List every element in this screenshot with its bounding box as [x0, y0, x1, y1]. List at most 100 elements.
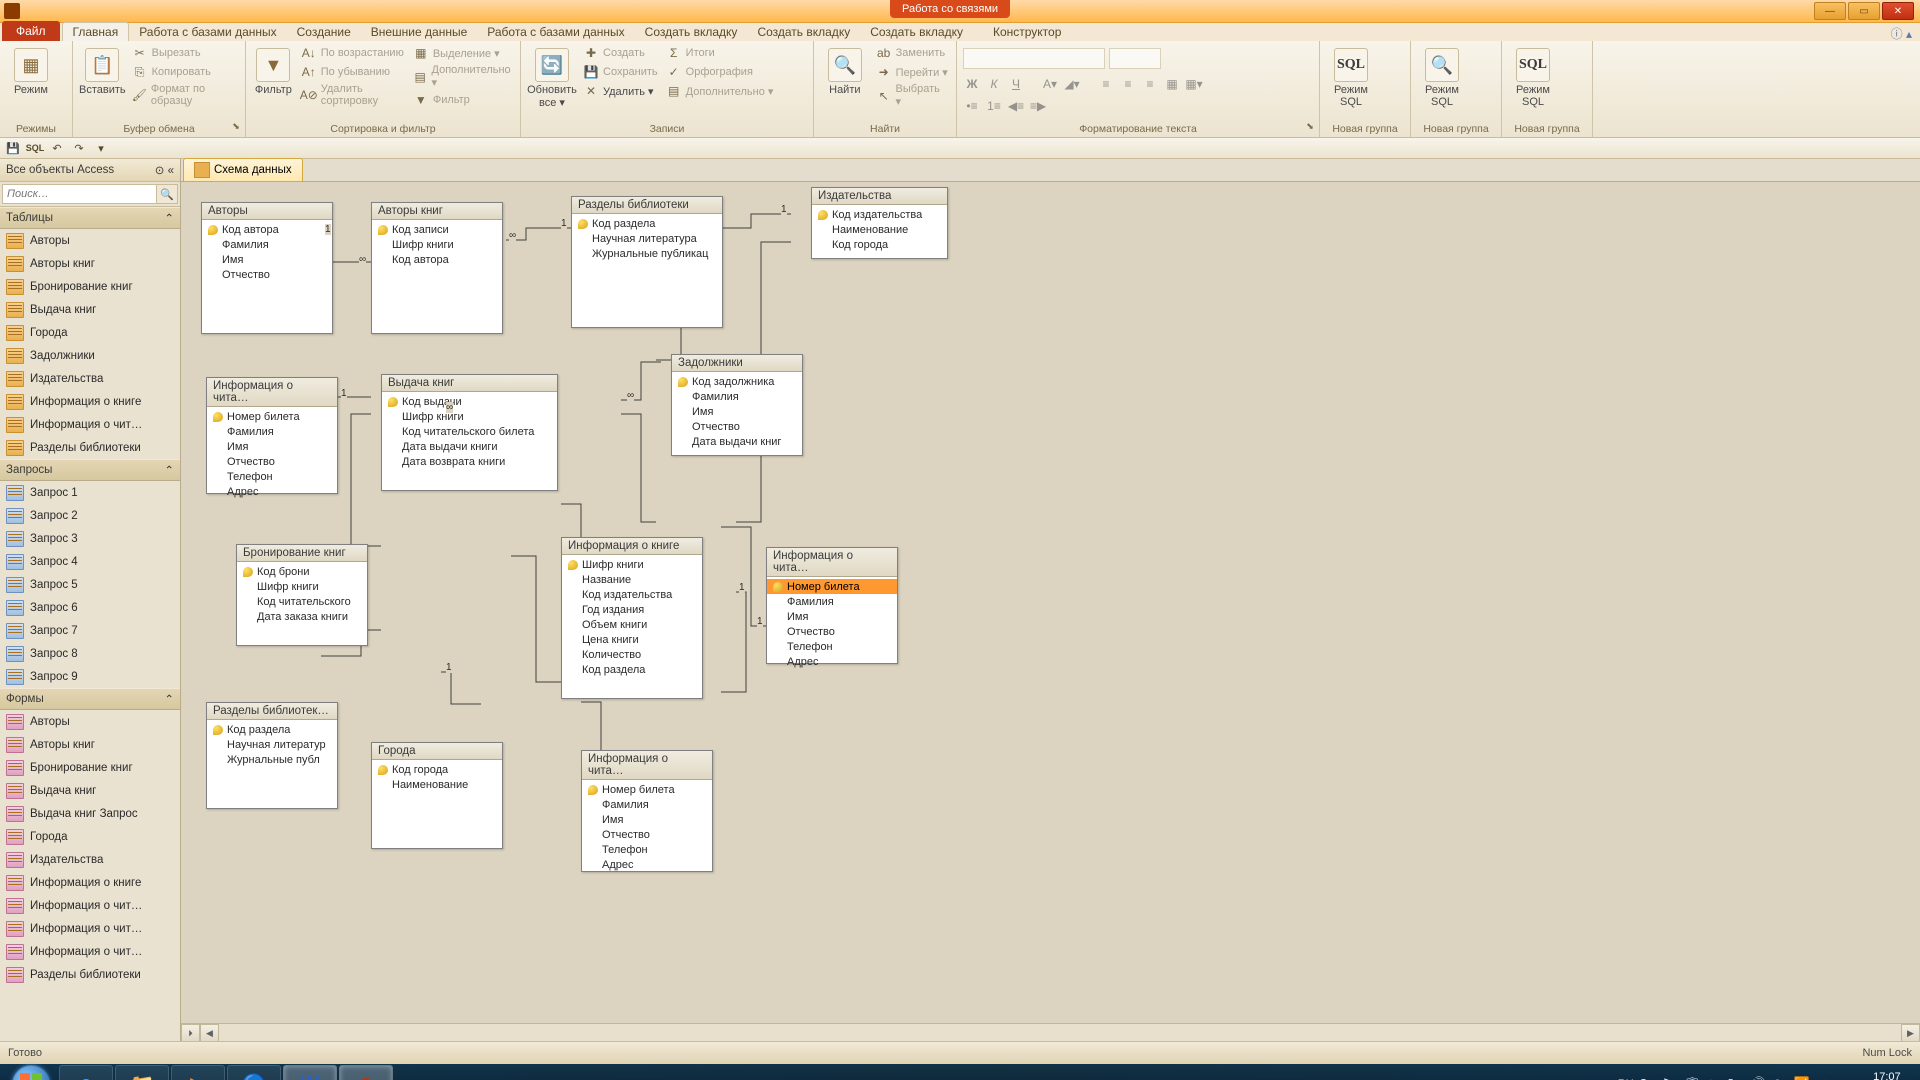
nav-item[interactable]: Бронирование книг [0, 275, 180, 298]
filter-button[interactable]: ▼Фильтр [252, 44, 295, 96]
sort-desc-button[interactable]: A↑По убыванию [299, 63, 407, 81]
table-header[interactable]: Авторы [202, 203, 332, 220]
field-row[interactable]: Номер билета [582, 782, 712, 797]
underline-button[interactable]: Ч [1007, 75, 1025, 93]
table-zadolzh[interactable]: ЗадолжникиКод задолжникаФамилияИмяОтчест… [671, 354, 803, 456]
nav-item[interactable]: Разделы библиотеки [0, 963, 180, 986]
taskbar-wmp[interactable]: ▶ [171, 1065, 225, 1080]
table-header[interactable]: Разделы библиотек… [207, 703, 337, 720]
field-row[interactable]: Цена книги [562, 632, 702, 647]
nav-item[interactable]: Информация о книге [0, 871, 180, 894]
field-row[interactable]: Шифр книги [562, 557, 702, 572]
field-row[interactable]: Шифр книги [382, 409, 557, 424]
indent-dec-button[interactable]: ◀≡ [1007, 97, 1025, 115]
qat-redo[interactable]: ↷ [70, 140, 88, 156]
field-row[interactable]: Научная литератур [207, 737, 337, 752]
field-row[interactable]: Адрес [582, 857, 712, 872]
tab-addtab-1[interactable]: Создать вкладку [635, 23, 748, 41]
nav-item[interactable]: Информация о чит… [0, 940, 180, 963]
table-razdely-2[interactable]: Разделы библиотек…Код разделаНаучная лит… [206, 702, 338, 809]
nav-item[interactable]: Авторы книг [0, 733, 180, 756]
nav-item[interactable]: Информация о чит… [0, 894, 180, 917]
nav-item[interactable]: Запрос 4 [0, 550, 180, 573]
copy-button[interactable]: ⎘Копировать [130, 63, 239, 81]
textfmt-launcher[interactable]: ⬊ [1303, 121, 1317, 135]
paste-button[interactable]: 📋Вставить [79, 44, 126, 96]
taskbar-explorer[interactable]: 📁 [115, 1065, 169, 1080]
tray-shield-icon[interactable]: 🛡 [1684, 1076, 1700, 1080]
cut-button[interactable]: ✂Вырезать [130, 44, 239, 62]
field-row[interactable]: Имя [202, 252, 332, 267]
table-info-chit-1[interactable]: Информация о чита…Номер билетаФамилияИмя… [206, 377, 338, 494]
table-header[interactable]: Информация о чита… [582, 751, 712, 780]
nav-item[interactable]: Города [0, 321, 180, 344]
sql-mode-button-3[interactable]: SQLРежим SQL [1508, 44, 1558, 108]
field-row[interactable]: Год издания [562, 602, 702, 617]
doc-tab-schema[interactable]: Схема данных [183, 158, 303, 181]
taskbar-word[interactable]: W [283, 1065, 337, 1080]
nav-item[interactable]: Авторы [0, 229, 180, 252]
tray-help-icon[interactable]: ? [1640, 1076, 1656, 1080]
field-row[interactable]: Код автора [202, 222, 332, 237]
taskbar-access[interactable]: ▮ [339, 1065, 393, 1080]
field-row[interactable]: Журнальные публикац [572, 246, 722, 261]
field-row[interactable]: Адрес [207, 484, 337, 499]
scroll-right-icon[interactable]: ▶ [1901, 1024, 1920, 1041]
nav-item[interactable]: Выдача книг [0, 298, 180, 321]
font-color-button[interactable]: A▾ [1041, 75, 1059, 93]
field-row[interactable]: Код выдачи [382, 394, 557, 409]
nav-item[interactable]: Авторы книг [0, 252, 180, 275]
field-row[interactable]: Фамилия [582, 797, 712, 812]
nav-group-forms[interactable]: Формы⌃ [0, 688, 180, 710]
altrow-button[interactable]: ▦▾ [1185, 75, 1203, 93]
table-bron[interactable]: Бронирование книгКод брониШифр книгиКод … [236, 544, 368, 646]
table-header[interactable]: Информация о чита… [207, 378, 337, 407]
table-header[interactable]: Информация о чита… [767, 548, 897, 577]
gridlines-button[interactable]: ▦ [1163, 75, 1181, 93]
nav-item[interactable]: Запрос 2 [0, 504, 180, 527]
view-mode-button[interactable]: ▦Режим [6, 44, 56, 96]
field-row[interactable]: Отчество [207, 454, 337, 469]
minimize-button[interactable]: — [1814, 2, 1846, 20]
nav-item[interactable]: Информация о чит… [0, 413, 180, 436]
field-row[interactable]: Телефон [767, 639, 897, 654]
qat-sql[interactable]: SQL [26, 140, 44, 156]
nav-group-tables[interactable]: Таблицы⌃ [0, 207, 180, 229]
sql-mode-button-2[interactable]: 🔍Режим SQL [1417, 44, 1467, 108]
field-row[interactable]: Дата возврата книги [382, 454, 557, 469]
record-nav-icon[interactable]: ⏵ [181, 1024, 200, 1041]
nav-item[interactable]: Информация о чит… [0, 917, 180, 940]
field-row[interactable]: Имя [207, 439, 337, 454]
start-button[interactable] [4, 1065, 58, 1080]
tray-usb-icon[interactable]: ⏏ [1838, 1076, 1854, 1080]
nav-item[interactable]: Авторы [0, 710, 180, 733]
tab-addtab-2[interactable]: Создать вкладку [747, 23, 860, 41]
nav-item[interactable]: Информация о книге [0, 390, 180, 413]
nav-item[interactable]: Разделы библиотеки [0, 436, 180, 459]
nav-header[interactable]: Все объекты Access⊙ « [0, 159, 180, 182]
qat-save[interactable]: 💾 [4, 140, 22, 156]
select-button[interactable]: ↖Выбрать ▾ [874, 82, 950, 109]
table-info-kniga[interactable]: Информация о книгеШифр книгиНазваниеКод … [561, 537, 703, 699]
numbering-button[interactable]: 1≡ [985, 97, 1003, 115]
table-header[interactable]: Разделы библиотеки [572, 197, 722, 214]
nav-item[interactable]: Запрос 3 [0, 527, 180, 550]
field-row[interactable]: Фамилия [767, 594, 897, 609]
search-input[interactable] [2, 184, 156, 204]
field-row[interactable]: Наименование [812, 222, 947, 237]
field-row[interactable]: Код издательства [812, 207, 947, 222]
field-row[interactable]: Фамилия [202, 237, 332, 252]
field-row[interactable]: Дата выдачи книги [382, 439, 557, 454]
totals-button[interactable]: ΣИтоги [664, 44, 776, 62]
field-row[interactable]: Код города [812, 237, 947, 252]
table-header[interactable]: Задолжники [672, 355, 802, 372]
nav-item[interactable]: Запрос 1 [0, 481, 180, 504]
tab-dbtools2[interactable]: Работа с базами данных [477, 23, 634, 41]
nav-item[interactable]: Выдача книг Запрос [0, 802, 180, 825]
field-row[interactable]: Код города [372, 762, 502, 777]
taskbar-ie[interactable]: e [59, 1065, 113, 1080]
taskbar-chrome[interactable]: 🔵 [227, 1065, 281, 1080]
help-button[interactable]: ⓘ ▴ [1891, 25, 1912, 42]
nav-item[interactable]: Бронирование книг [0, 756, 180, 779]
format-painter-button[interactable]: 🖌Формат по образцу [130, 82, 239, 108]
